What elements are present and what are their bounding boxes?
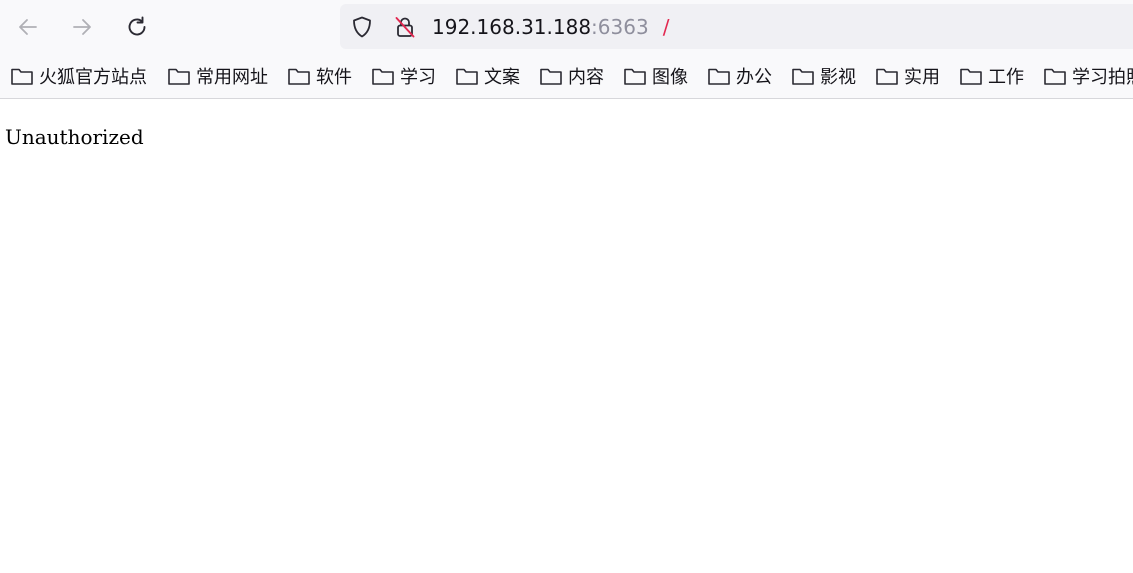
bookmark-label: 实用: [904, 67, 940, 88]
bookmark-folder-practical[interactable]: 实用: [875, 65, 940, 88]
bookmark-label: 办公: [736, 67, 772, 88]
bookmark-label: 火狐官方站点: [39, 67, 147, 88]
folder-icon: [624, 68, 646, 85]
bookmarks-toolbar: 火狐官方站点 常用网址 软件 学习 文案 内容 图像 办公 影视 实用 工作 学…: [0, 54, 1133, 99]
back-button[interactable]: [10, 9, 46, 45]
bookmark-folder-content[interactable]: 内容: [539, 65, 604, 88]
folder-icon: [960, 68, 982, 85]
bookmark-folder-software[interactable]: 软件: [287, 65, 352, 88]
bookmark-folder-firefox-official[interactable]: 火狐官方站点: [10, 65, 147, 88]
bookmark-folder-study-photo[interactable]: 学习拍照: [1043, 65, 1133, 88]
bookmark-label: 文案: [484, 67, 520, 88]
folder-icon: [876, 68, 898, 85]
folder-icon: [456, 68, 478, 85]
shield-icon[interactable]: [349, 14, 375, 40]
bookmark-folder-common-sites[interactable]: 常用网址: [167, 65, 268, 88]
address-bar[interactable]: 192.168.31.188:6363 /: [340, 4, 1133, 49]
folder-icon: [708, 68, 730, 85]
folder-icon: [792, 68, 814, 85]
bookmark-folder-office[interactable]: 办公: [707, 65, 772, 88]
bookmark-label: 工作: [988, 67, 1024, 88]
url-text[interactable]: 192.168.31.188:6363 /: [432, 14, 669, 40]
url-path: /: [662, 15, 670, 39]
folder-icon: [1044, 68, 1066, 85]
bookmark-label: 常用网址: [196, 67, 268, 88]
bookmark-label: 学习拍照: [1072, 67, 1133, 88]
arrow-left-icon: [19, 19, 37, 35]
bookmark-label: 学习: [400, 67, 436, 88]
folder-icon: [288, 68, 310, 85]
folder-icon: [372, 68, 394, 85]
forward-button[interactable]: [64, 9, 100, 45]
folder-icon: [168, 68, 190, 85]
reload-icon: [128, 16, 146, 36]
bookmark-label: 内容: [568, 67, 604, 88]
browser-toolbar: 192.168.31.188:6363 /: [0, 0, 1133, 54]
url-host: 192.168.31.188: [432, 15, 592, 39]
arrow-right-icon: [73, 19, 91, 35]
folder-icon: [540, 68, 562, 85]
bookmark-folder-copywriting[interactable]: 文案: [455, 65, 520, 88]
reload-button[interactable]: [119, 9, 155, 45]
bookmark-folder-work[interactable]: 工作: [959, 65, 1024, 88]
bookmark-label: 影视: [820, 67, 856, 88]
insecure-lock-icon[interactable]: [392, 14, 418, 40]
bookmark-folder-video[interactable]: 影视: [791, 65, 856, 88]
bookmark-folder-images[interactable]: 图像: [623, 65, 688, 88]
page-body-text: Unauthorized: [5, 125, 144, 149]
bookmark-label: 图像: [652, 67, 688, 88]
folder-icon: [11, 68, 33, 85]
url-port: :6363: [591, 15, 649, 39]
bookmark-folder-study[interactable]: 学习: [371, 65, 436, 88]
bookmark-label: 软件: [316, 67, 352, 88]
